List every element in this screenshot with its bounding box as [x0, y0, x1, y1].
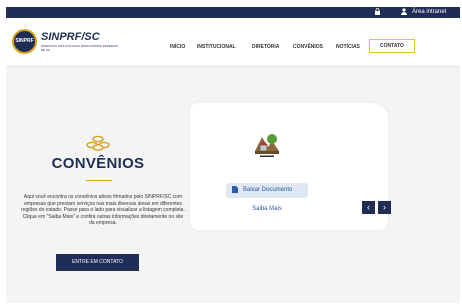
document-icon [232, 183, 238, 198]
carousel-prev-button[interactable]: ‹ [362, 201, 375, 214]
section-description: Aqui você encontra os convênios ativos f… [21, 194, 185, 226]
nav-diretoria[interactable]: DIRETORIA [252, 44, 279, 50]
brand-subtitle: SINDICATO DOS POLICIAIS RODOVIÁRIOS FEDE… [41, 44, 118, 52]
site-header: SINPRF SINPRF/SC SINDICATO DOS POLICIAIS… [6, 18, 460, 67]
partner-logo[interactable] [254, 131, 280, 159]
nav-convenios[interactable]: CONVÊNIOS [293, 44, 323, 50]
sinprf-logo[interactable]: SINPRF [12, 29, 37, 54]
download-document-button[interactable]: Baixar Documento [226, 183, 308, 198]
nav-institucional[interactable]: INSTITUCIONAL [197, 44, 236, 50]
carousel-next-button[interactable]: › [378, 201, 391, 214]
title-divider [86, 180, 112, 181]
download-label: Baixar Documento [243, 187, 293, 193]
intranet-link[interactable]: Área intranet [412, 9, 446, 15]
page: Área intranet SINPRF SINPRF/SC SINDICATO… [6, 7, 460, 303]
nav-noticias[interactable]: NOTÍCIAS [336, 44, 360, 50]
lock-icon [375, 8, 380, 17]
saiba-mais-link[interactable]: Saiba Mais [226, 206, 308, 212]
nav-inicio[interactable]: INÍCIO [170, 44, 185, 50]
brand-name[interactable]: SINPRF/SC [41, 31, 100, 43]
nav-contato[interactable]: CONTATO [369, 39, 415, 53]
partner-card: Baixar Documento Saiba Mais [190, 103, 388, 230]
top-utility-bar: Área intranet [6, 7, 460, 18]
user-icon [401, 8, 407, 17]
coins-icon [86, 135, 110, 156]
page-title: CONVÊNIOS [51, 155, 145, 172]
contact-button[interactable]: ENTRE EM CONTATO [56, 254, 139, 271]
